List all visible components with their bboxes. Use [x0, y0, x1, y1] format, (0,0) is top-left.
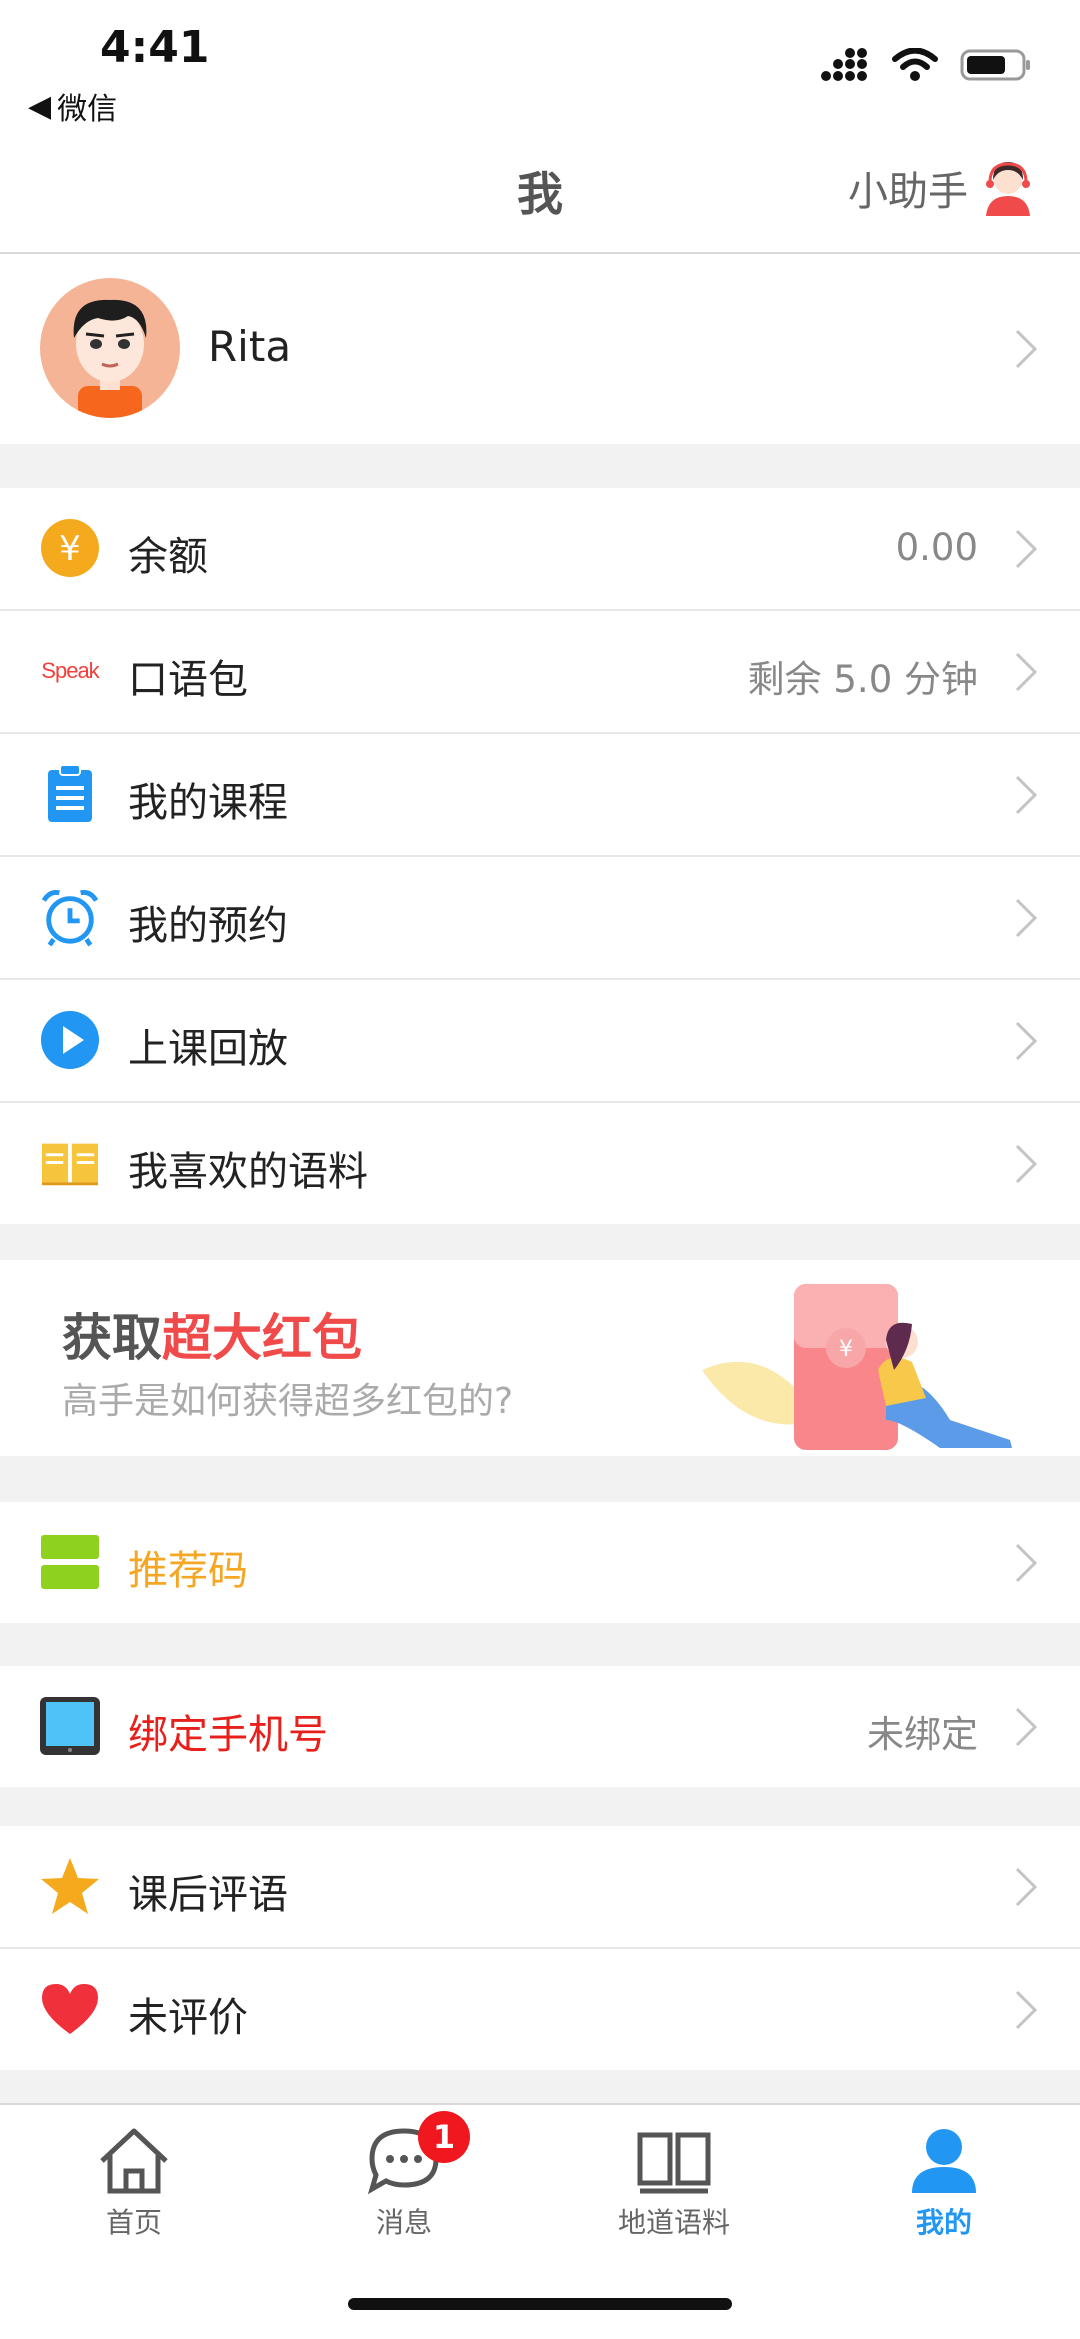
home-indicator[interactable]	[348, 2298, 732, 2310]
chevron-right-icon	[1015, 529, 1038, 569]
yuan-icon: ¥	[40, 518, 100, 578]
chevron-right-icon	[1015, 1867, 1038, 1907]
tab-me-label: 我的	[915, 2206, 972, 2239]
open-book-icon	[40, 1133, 100, 1193]
alarm-clock-icon	[40, 887, 100, 947]
class-feedback-label: 课后评语	[128, 1872, 288, 1918]
chevron-right-icon	[1015, 898, 1038, 938]
bind-phone-group: 绑定手机号 未绑定	[0, 1666, 1080, 1787]
referral-group: 推荐码	[0, 1502, 1080, 1623]
assistant-label: 小助手	[848, 169, 968, 215]
my-courses-row[interactable]: 我的课程	[0, 734, 1080, 857]
chevron-right-icon	[1015, 1990, 1038, 2030]
not-rated-label: 未评价	[128, 1995, 248, 2041]
referral-code-icon	[40, 1532, 100, 1592]
svg-text:¥: ¥	[839, 1337, 853, 1362]
tab-materials-label: 地道语料	[617, 2206, 730, 2239]
tab-home-label: 首页	[105, 2206, 162, 2239]
referral-code-label: 推荐码	[128, 1548, 248, 1594]
reviews-group: 课后评语 未评价	[0, 1826, 1080, 2070]
heart-icon	[40, 1979, 100, 2039]
chevron-right-icon	[1015, 652, 1038, 692]
tablet-icon	[40, 1696, 100, 1756]
tab-messages-label: 消息	[375, 2206, 432, 2239]
unread-badge: 1	[418, 2111, 470, 2163]
red-packet-banner[interactable]: 获取超大红包 高手是如何获得超多红包的? ¥	[0, 1260, 1080, 1456]
profile-row[interactable]: Rita	[0, 254, 1080, 444]
bind-phone-label: 绑定手机号	[128, 1712, 328, 1758]
my-appointments-label: 我的预约	[128, 903, 288, 949]
my-appointments-row[interactable]: 我的预约	[0, 857, 1080, 980]
speaking-pack-label: 口语包	[128, 657, 248, 703]
signal-icon	[821, 48, 867, 81]
bind-phone-row[interactable]: 绑定手机号 未绑定	[0, 1666, 1080, 1787]
class-replay-row[interactable]: 上课回放	[0, 980, 1080, 1103]
chevron-right-icon	[1015, 1021, 1038, 1061]
book-icon	[637, 2132, 711, 2194]
class-replay-label: 上课回放	[128, 1026, 288, 1072]
assistant-button[interactable]: 小助手	[848, 158, 1036, 218]
bind-phone-status: 未绑定	[867, 1713, 978, 1756]
svg-text:¥: ¥	[59, 529, 81, 569]
back-to-app-link[interactable]: ◀ 微信	[28, 84, 117, 128]
my-courses-label: 我的课程	[128, 780, 288, 826]
chevron-right-icon	[1015, 775, 1038, 815]
tab-home[interactable]: 首页	[34, 2125, 234, 2255]
balance-value: 0.00	[895, 526, 978, 569]
clipboard-icon	[40, 764, 100, 824]
banner-subtitle: 高手是如何获得超多红包的?	[62, 1381, 514, 1422]
speaking-pack-row[interactable]: Speak 口语包 剩余 5.0 分钟	[0, 611, 1080, 734]
profile-name: Rita	[208, 322, 292, 371]
tab-me[interactable]: 我的	[844, 2125, 1044, 2255]
speak-logo-icon: Speak	[41, 658, 99, 683]
tab-materials[interactable]: 地道语料	[574, 2125, 774, 2255]
account-group: ¥ 余额 0.00 Speak 口语包 剩余 5.0 分钟 我的课程 我的预约 …	[0, 488, 1080, 1224]
chevron-right-icon	[1015, 329, 1038, 369]
not-rated-row[interactable]: 未评价	[0, 1949, 1080, 2070]
user-icon	[912, 2129, 976, 2193]
chevron-right-icon	[1015, 1144, 1038, 1184]
red-packet-illustration: ¥	[702, 1284, 1012, 1450]
status-time: 4:41	[100, 22, 210, 73]
wifi-icon	[892, 48, 938, 81]
chevron-right-icon	[1015, 1543, 1038, 1583]
home-icon	[100, 2128, 168, 2194]
play-icon	[40, 1010, 100, 1070]
banner-headline: 获取超大红包	[62, 1309, 362, 1367]
favorite-materials-label: 我喜欢的语料	[128, 1149, 368, 1195]
referral-code-row[interactable]: 推荐码	[0, 1502, 1080, 1623]
back-triangle-icon: ◀	[28, 88, 52, 124]
speaking-pack-value: 剩余 5.0 分钟	[747, 658, 978, 701]
status-bar: 4:41 ◀ 微信	[0, 0, 1080, 130]
avatar	[40, 278, 180, 418]
assistant-avatar-icon	[986, 162, 1030, 216]
favorite-materials-row[interactable]: 我喜欢的语料	[0, 1103, 1080, 1224]
balance-row[interactable]: ¥ 余额 0.00	[0, 488, 1080, 611]
back-app-label: 微信	[57, 92, 118, 127]
chevron-right-icon	[1015, 1707, 1038, 1747]
tab-messages[interactable]: 1 消息	[304, 2111, 504, 2255]
balance-label: 余额	[128, 534, 208, 580]
nav-bar: 我 小助手	[0, 130, 1080, 254]
battery-icon	[960, 49, 1030, 81]
star-icon	[40, 1856, 100, 1916]
status-icons	[820, 48, 1032, 82]
class-feedback-row[interactable]: 课后评语	[0, 1826, 1080, 1949]
